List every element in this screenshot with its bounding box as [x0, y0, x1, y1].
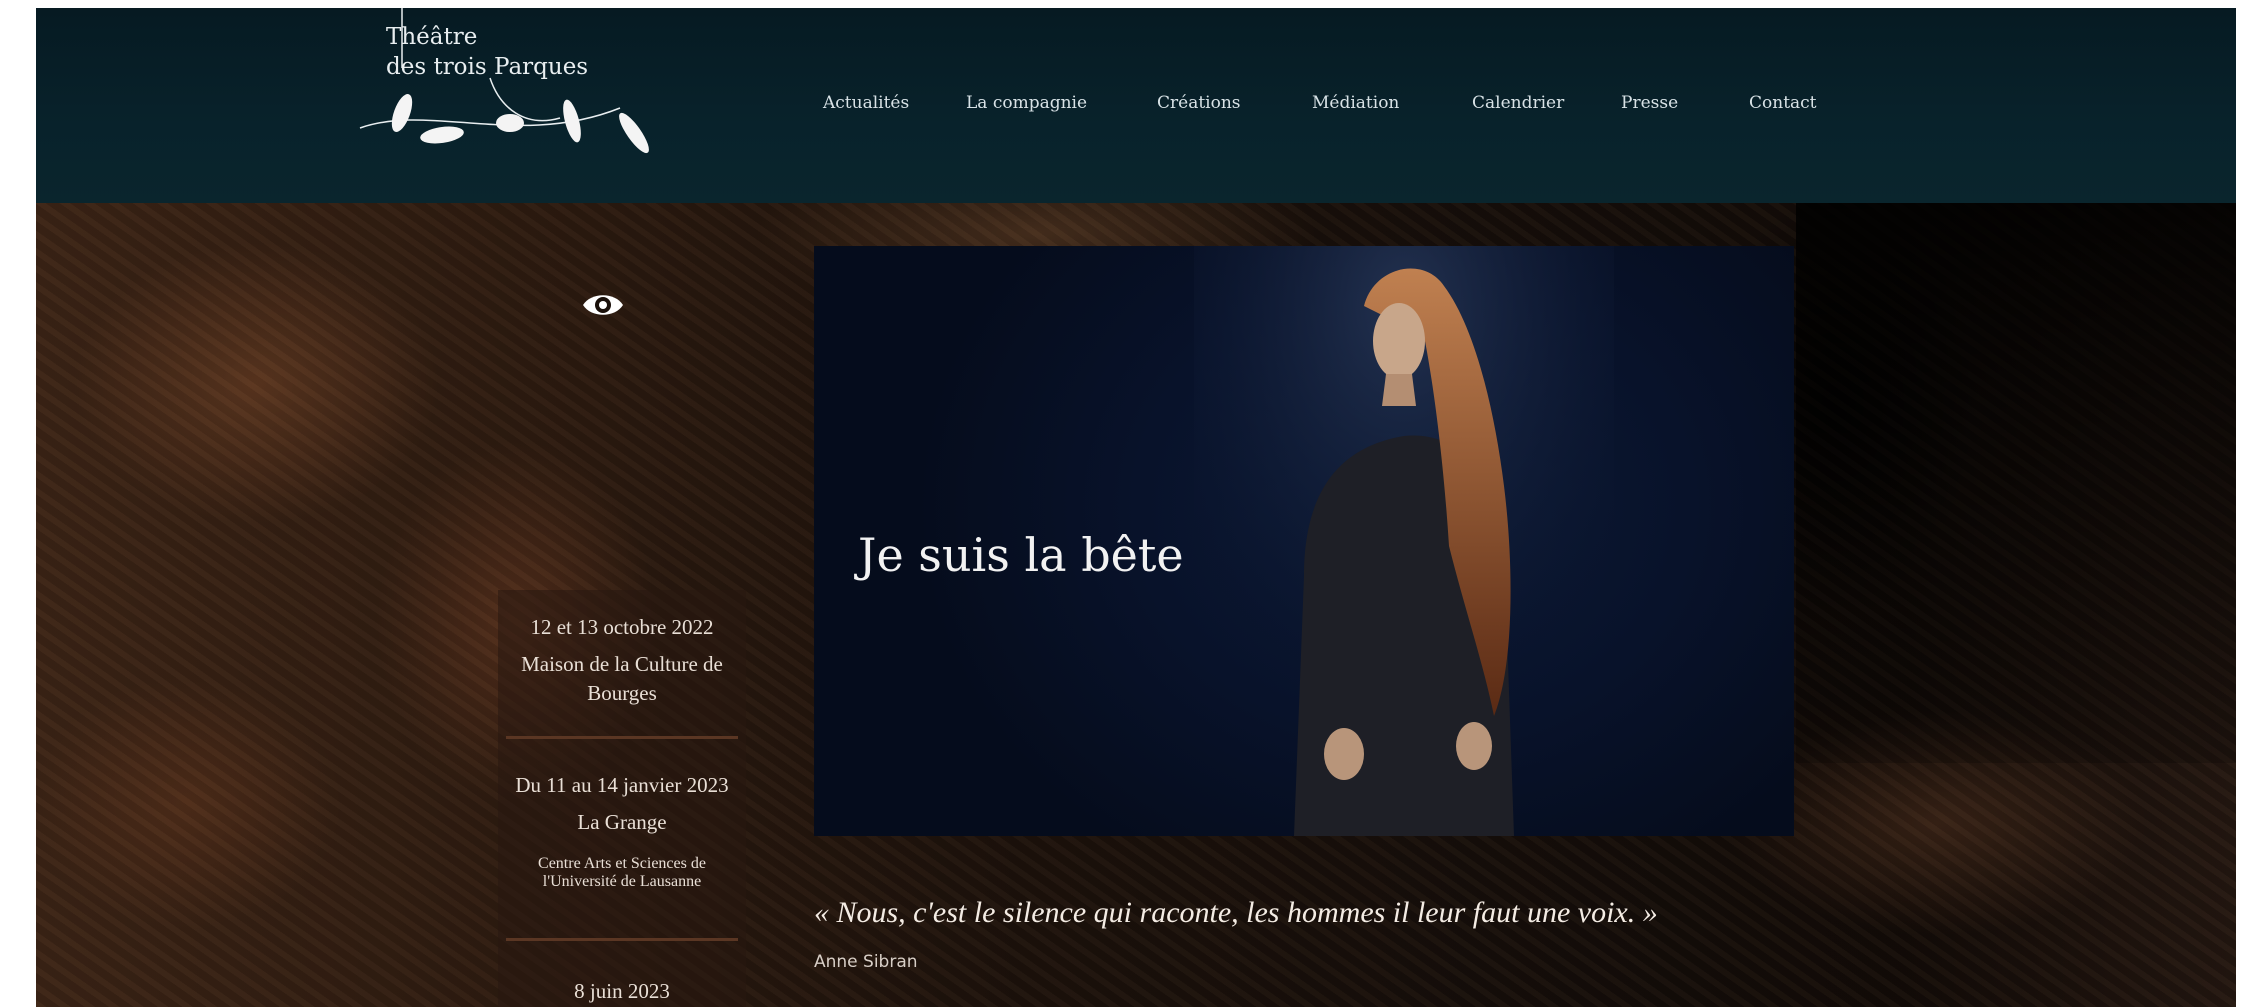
feature-quote: « Nous, c'est le silence qui raconte, le… [814, 896, 1658, 929]
main-nav: Actualités La compagnie Créations Médiat… [36, 93, 2236, 133]
venue-subtext: Centre Arts et Sciences de [538, 855, 706, 872]
date-text: 12 et 13 octobre 2022 [530, 615, 714, 639]
performer-photo [1194, 246, 1614, 836]
nav-item-presse[interactable]: Presse [1621, 93, 1678, 113]
divider [506, 938, 738, 941]
nav-item-contact[interactable]: Contact [1749, 93, 1817, 113]
date-text: 8 juin 2023 [574, 979, 670, 1003]
nav-item-actualites[interactable]: Actualités [823, 93, 909, 113]
nav-item-mediation[interactable]: Médiation [1312, 93, 1399, 113]
venue-text: Maison de la Culture de [521, 652, 723, 676]
brand-name[interactable]: Théâtre des trois Parques [386, 22, 588, 82]
date-entry[interactable]: 8 juin 2023 [498, 978, 746, 1004]
brand-line-1: Théâtre [386, 24, 478, 50]
nav-item-la-compagnie[interactable]: La compagnie [966, 93, 1087, 113]
nav-item-creations[interactable]: Créations [1157, 93, 1241, 113]
site-header: Théâtre des trois Parques Actualités La … [36, 8, 2236, 203]
background-shadow [1796, 203, 2236, 763]
page-frame: Théâtre des trois Parques Actualités La … [36, 8, 2236, 1007]
venue-text: La Grange [577, 810, 667, 834]
brand-line-2: des trois Parques [386, 54, 589, 80]
venue-subtext: l'Université de Lausanne [542, 873, 702, 890]
date-entry[interactable]: Du 11 au 14 janvier 2023 La Grange Centr… [498, 772, 746, 891]
nav-item-calendrier[interactable]: Calendrier [1472, 93, 1564, 113]
divider [506, 736, 738, 739]
dates-list: 12 et 13 octobre 2022 Maison de la Cultu… [498, 590, 746, 1007]
quote-author: Anne Sibran [814, 952, 918, 972]
eye-icon[interactable] [581, 290, 625, 320]
date-entry[interactable]: 12 et 13 octobre 2022 Maison de la Cultu… [498, 614, 746, 708]
feature-title: Je suis la bête [858, 528, 1184, 582]
venue-text: Bourges [587, 681, 657, 705]
feature-card[interactable]: Je suis la bête [814, 246, 1794, 836]
date-text: Du 11 au 14 janvier 2023 [515, 773, 729, 797]
